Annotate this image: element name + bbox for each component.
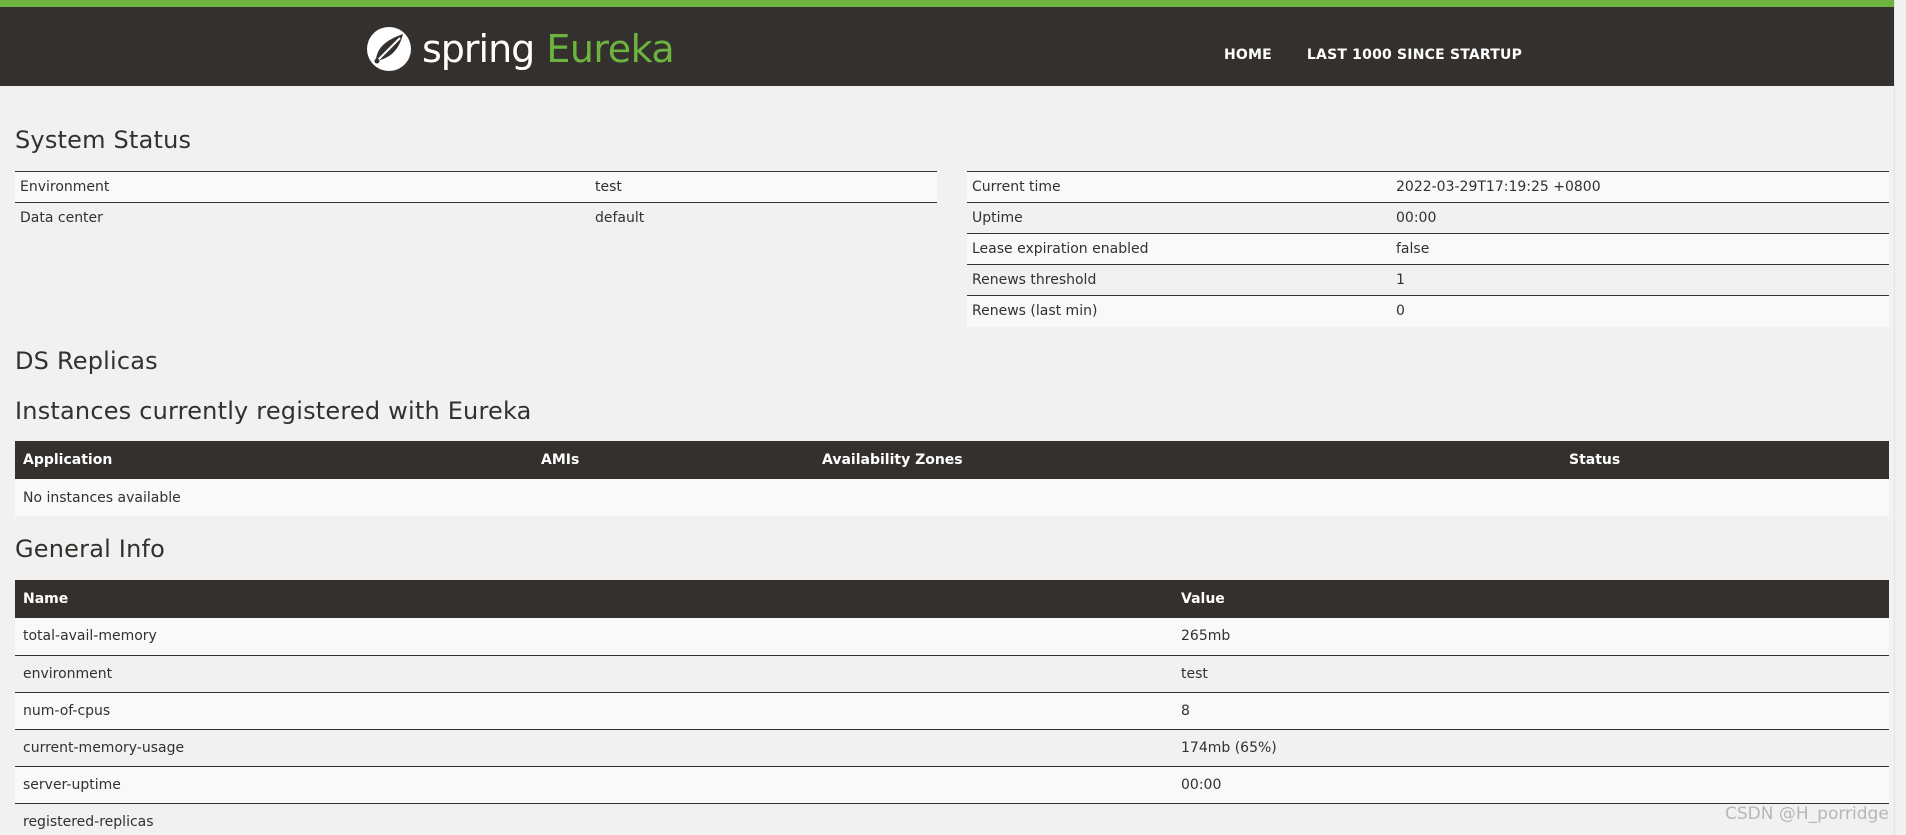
top-navbar: spring Eureka HOME LAST 1000 SINCE START… [0,0,1906,86]
col-value: Value [1173,580,1889,618]
datacenter-value: default [590,202,937,234]
nav-last-1000-link[interactable]: LAST 1000 SINCE STARTUP [1307,47,1522,63]
no-instances-text: No instances available [15,479,1889,516]
vertical-scrollbar[interactable] [1894,0,1906,835]
info-name: environment [15,654,1173,692]
current-time-label: Current time [967,171,1391,203]
general-info-title: General Info [15,535,166,563]
info-value: test [1173,654,1889,692]
uptime-value: 00:00 [1391,202,1889,234]
col-application: Application [15,441,533,479]
info-name: num-of-cpus [15,691,1173,729]
col-amis: AMIs [533,441,814,479]
info-name: registered-replicas [15,802,1173,835]
nav-home-link[interactable]: HOME [1224,47,1272,63]
datacenter-label: Data center [15,202,590,234]
brand-spring-text: spring [422,27,535,71]
renews-last-min-label: Renews (last min) [967,295,1391,327]
system-status-title: System Status [15,126,192,154]
lease-value: false [1391,233,1889,265]
info-name: total-avail-memory [15,618,1173,655]
table-row: total-avail-memory 265mb [15,618,1889,655]
table-row: Renews (last min) 0 [967,295,1889,327]
info-name: current-memory-usage [15,728,1173,766]
instances-table: Application AMIs Availability Zones Stat… [15,441,1889,516]
table-row: Data center default [15,202,937,234]
renews-threshold-label: Renews threshold [967,264,1391,296]
renews-last-min-value: 0 [1391,295,1889,327]
renews-threshold-value: 1 [1391,264,1889,296]
info-name: server-uptime [15,765,1173,803]
table-row: Uptime 00:00 [967,202,1889,234]
env-value: test [590,171,937,203]
system-status-right-table: Current time 2022-03-29T17:19:25 +0800 U… [967,171,1889,327]
system-status-left-table: Environment test Data center default [15,171,937,234]
uptime-label: Uptime [967,202,1391,234]
table-row: registered-replicas [15,802,1889,835]
table-row: num-of-cpus 8 [15,691,1889,729]
col-name: Name [15,580,1173,618]
table-row: Lease expiration enabled false [967,233,1889,265]
table-row: Environment test [15,171,937,203]
col-availability-zones: Availability Zones [814,441,1561,479]
table-row: Current time 2022-03-29T17:19:25 +0800 [967,171,1889,203]
table-row: server-uptime 00:00 [15,765,1889,803]
general-info-table: Name Value total-avail-memory 265mb envi… [15,580,1889,835]
ds-replicas-title: DS Replicas [15,347,158,375]
current-time-value: 2022-03-29T17:19:25 +0800 [1391,171,1889,203]
brand-eureka-text: Eureka [546,27,675,71]
info-value: 8 [1173,691,1889,729]
info-value: 265mb [1173,618,1889,655]
env-label: Environment [15,171,590,203]
table-row: environment test [15,654,1889,692]
watermark: CSDN @H_porridge [1725,804,1889,824]
info-value: 00:00 [1173,765,1889,803]
table-row: No instances available [15,479,1889,516]
lease-label: Lease expiration enabled [967,233,1391,265]
col-status: Status [1561,441,1889,479]
brand-logo[interactable]: spring Eureka [366,24,675,74]
info-value: 174mb (65%) [1173,728,1889,766]
table-row: current-memory-usage 174mb (65%) [15,728,1889,766]
main-nav: HOME LAST 1000 SINCE STARTUP [1224,47,1557,63]
instances-title: Instances currently registered with Eure… [15,397,532,425]
table-row: Renews threshold 1 [967,264,1889,296]
spring-leaf-icon [367,27,411,71]
